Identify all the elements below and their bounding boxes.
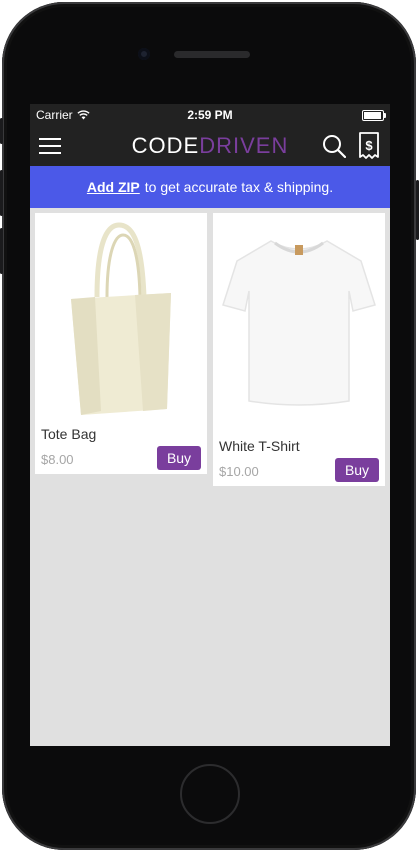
app-navbar: CODEDRIVEN $	[30, 126, 390, 166]
mute-switch	[0, 118, 3, 144]
banner-text: to get accurate tax & shipping.	[144, 179, 334, 195]
earpiece-speaker	[174, 51, 250, 58]
product-card-white-t-shirt[interactable]: White T-Shirt $10.00 Buy	[213, 213, 385, 486]
status-time: 2:59 PM	[187, 108, 233, 122]
svg-text:$: $	[365, 138, 373, 153]
power-button	[416, 180, 419, 240]
home-button[interactable]	[180, 764, 240, 824]
brand-logo-code: CODE	[131, 133, 200, 158]
add-zip-banner: Add ZIP to get accurate tax & shipping.	[30, 166, 390, 208]
battery-icon	[362, 110, 386, 121]
add-zip-link[interactable]: Add ZIP	[87, 179, 140, 195]
search-icon[interactable]	[322, 134, 346, 158]
status-bar: Carrier 2:59 PM	[30, 104, 390, 126]
product-card-tote-bag[interactable]: Tote Bag $8.00 Buy	[35, 213, 207, 474]
product-name: White T-Shirt	[219, 438, 300, 454]
front-camera	[138, 48, 150, 60]
tote-bag-image	[71, 222, 171, 415]
buy-button[interactable]: Buy	[157, 446, 201, 470]
t-shirt-image	[222, 240, 376, 406]
product-name: Tote Bag	[41, 426, 97, 442]
buy-button[interactable]: Buy	[335, 458, 379, 482]
receipt-icon[interactable]: $	[358, 132, 380, 160]
app-screen: Carrier 2:59 PM CODEDRIVEN $ Add ZIP to …	[30, 104, 390, 746]
product-price: $8.00	[41, 452, 74, 467]
product-price: $10.00	[219, 464, 259, 479]
volume-up-button	[0, 170, 3, 216]
volume-down-button	[0, 228, 3, 274]
product-grid: Tote Bag $8.00 Buy White T-Shirt $10.00 …	[30, 208, 390, 486]
brand-logo-driven: DRIVEN	[199, 133, 289, 158]
